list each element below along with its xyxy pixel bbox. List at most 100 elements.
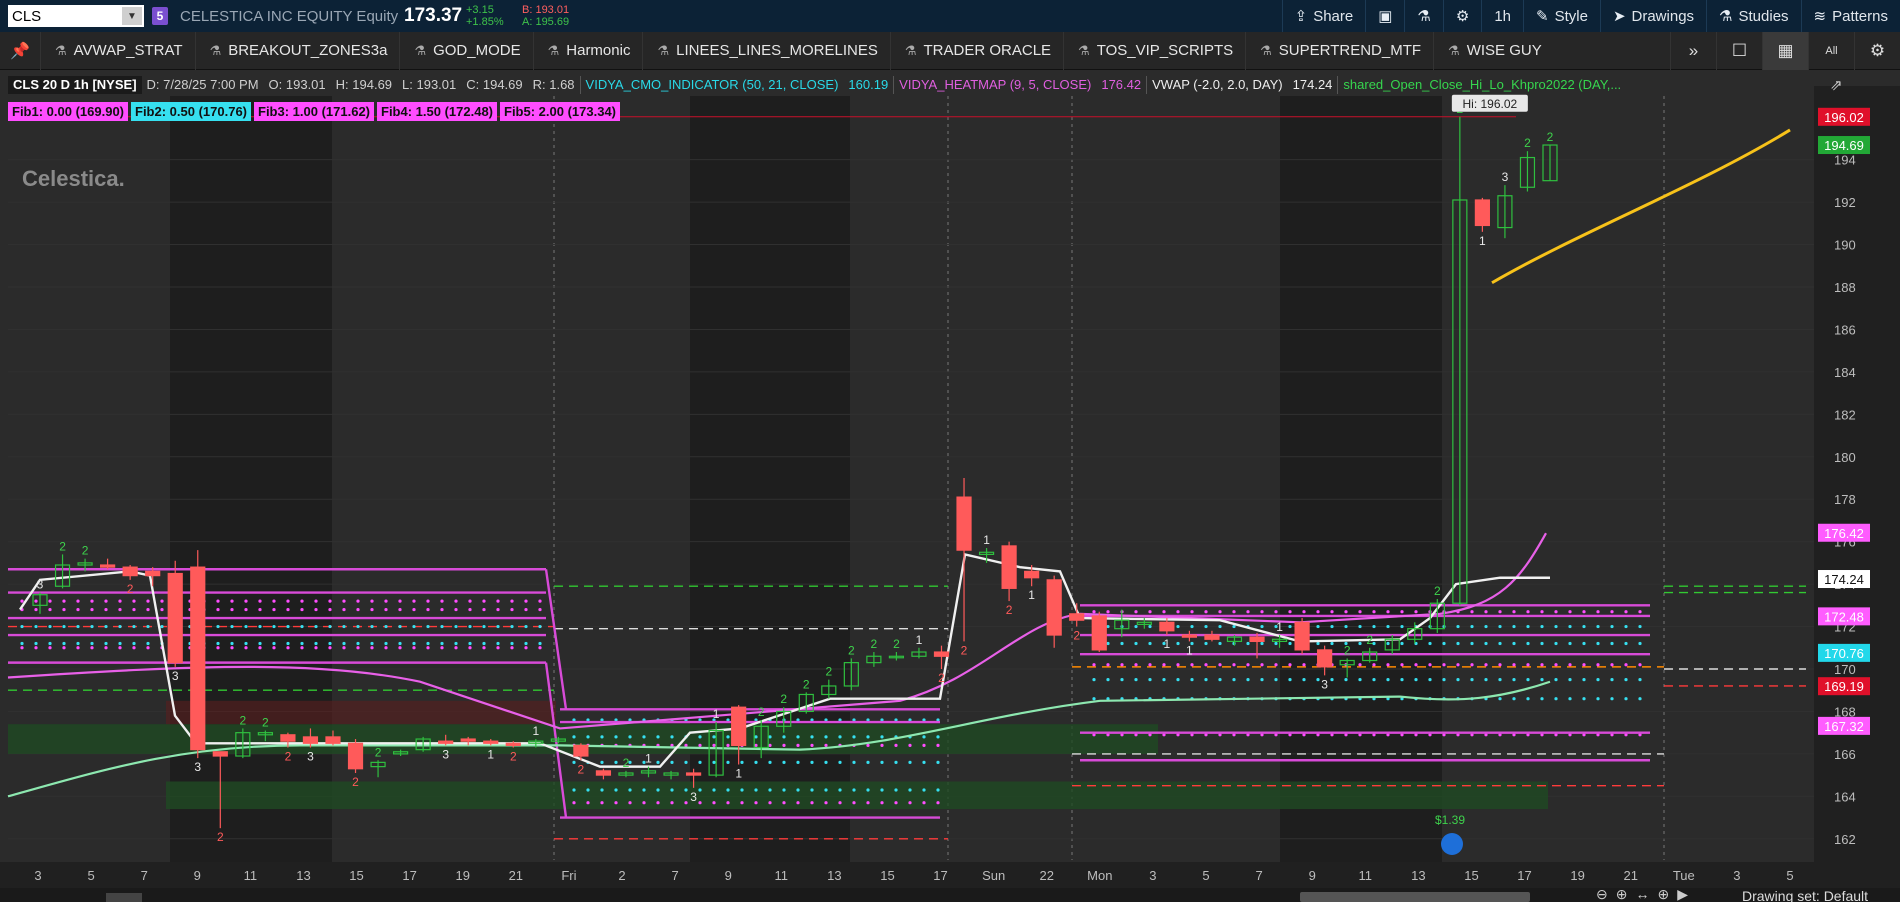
candle-body [1249, 636, 1265, 643]
style-button[interactable]: ✎ Style [1523, 0, 1600, 32]
dot-marker [866, 801, 870, 805]
dot-marker [1218, 641, 1222, 646]
gear-icon[interactable]: ⚙ [1854, 32, 1900, 70]
dot-marker [90, 646, 94, 650]
time-axis-bg [0, 862, 1900, 888]
price-tag-label: 174.24 [1824, 572, 1864, 587]
studies-button[interactable]: ⚗ Studies [1706, 0, 1801, 32]
dot-marker [90, 641, 94, 646]
chevron-down-icon[interactable]: ▼ [122, 7, 142, 25]
dot-marker [342, 624, 346, 629]
dot-marker [1498, 610, 1502, 614]
dot-marker [104, 624, 108, 629]
dot-marker [370, 624, 374, 629]
dot-marker [468, 624, 472, 629]
dot-marker [670, 735, 674, 739]
pin-icon[interactable]: 📌 [0, 41, 40, 61]
candle-count-label: 2 [510, 750, 517, 764]
study-item[interactable]: ⚗ LINEES_LINES_MORELINES [642, 31, 889, 70]
vidya-heatmap-label[interactable]: VIDYA_HEATMAP (9, 5, CLOSE) [893, 76, 1096, 94]
dot-marker [824, 788, 828, 792]
study-item[interactable]: ⚗ TOS_VIP_SCRIPTS [1063, 31, 1245, 70]
collapse-handle[interactable] [106, 893, 142, 902]
dot-marker [642, 788, 646, 792]
fib-level-label[interactable]: Fib5: 2.00 (173.34) [500, 102, 620, 121]
vwap-label[interactable]: VWAP (-2.0, 2.0, DAY) [1146, 76, 1288, 94]
dot-marker [538, 641, 542, 646]
crosshair-icon[interactable]: ⊕ [1657, 886, 1669, 902]
zoom-out-icon[interactable]: ⊖ [1596, 886, 1608, 902]
fib-level-label[interactable]: Fib1: 0.00 (169.90) [8, 102, 128, 121]
dot-marker [1190, 610, 1194, 614]
dot-marker [880, 743, 884, 748]
chart-symbol[interactable]: CLS 20 D 1h [NYSE] [8, 76, 142, 94]
study-quick-bar: 📌 ⚗ AVWAP_STRAT ⚗ BREAKOUT_ZONES3a ⚗ GOD_MO… [0, 31, 1900, 70]
dot-marker [1596, 641, 1600, 646]
dot-marker [1568, 678, 1572, 682]
candle-body [1001, 545, 1017, 589]
time-tick-label: 15 [1464, 868, 1478, 883]
dot-marker [1414, 610, 1418, 614]
candle-count-label: 2 [1073, 629, 1080, 643]
shared-study-label[interactable]: shared_Open_Close_Hi_Lo_Khpro2022 (DAY,.… [1337, 76, 1626, 94]
dot-marker [76, 641, 80, 646]
settings-button[interactable]: ⚙ [1442, 0, 1481, 32]
dot-marker [838, 760, 842, 764]
single-layout-icon[interactable]: ☐ [1716, 32, 1762, 70]
study-item[interactable]: ⚗ SUPERTREND_MTF [1245, 31, 1433, 70]
dot-marker [908, 743, 912, 748]
more-studies-button[interactable]: » [1670, 32, 1716, 70]
symbol-input-box[interactable]: ▼ [8, 5, 144, 27]
time-tick-label: 11 [775, 868, 789, 883]
study-item[interactable]: ⚗ WISE GUY [1433, 31, 1554, 70]
candle-count-label: 2 [217, 830, 224, 844]
flask-button[interactable]: ⚗ [1404, 0, 1442, 32]
fib-level-label[interactable]: Fib2: 0.50 (170.76) [131, 102, 251, 121]
study-label: SUPERTREND_MTF [1278, 42, 1422, 59]
dot-marker [1428, 678, 1432, 682]
price-chart[interactable]: 32 223322 22 322 3 1 212 2 131122222 2 2 12212121 11… [0, 70, 1900, 902]
share-button[interactable]: ⇪ Share [1281, 0, 1366, 32]
dot-marker [300, 599, 304, 603]
candle-count-label: 1 [1028, 588, 1035, 602]
dot-marker [286, 646, 290, 650]
study-item[interactable]: ⚗ BREAKOUT_ZONES3a [194, 31, 400, 70]
study-item[interactable]: ⚗ AVWAP_STRAT [40, 31, 195, 70]
dot-marker [1512, 697, 1516, 701]
vidya-cmo-label[interactable]: VIDYA_CMO_INDICATOR (50, 21, CLOSE) [579, 76, 844, 94]
pan-icon[interactable]: ↔ [1635, 886, 1649, 902]
candle-count-label: 2 [623, 756, 630, 770]
study-item[interactable]: ⚗ TRADER ORACLE [889, 31, 1063, 70]
support-zone [166, 781, 1548, 810]
all-button[interactable]: All [1808, 32, 1854, 70]
zoom-in-icon[interactable]: ⊕ [1616, 886, 1628, 902]
timeframe-button[interactable]: 1h [1481, 0, 1523, 32]
grid-layout-icon[interactable]: ▦ [1762, 32, 1808, 70]
dot-marker [586, 788, 590, 792]
dot-marker [1624, 697, 1628, 701]
dot-marker [600, 801, 604, 805]
link-group-badge[interactable]: 5 [152, 7, 168, 25]
dot-marker [370, 599, 374, 603]
drawings-button[interactable]: ➤ Drawings [1599, 0, 1706, 32]
scrollbar-thumb[interactable] [1300, 892, 1530, 902]
drawing-set-label[interactable]: Drawing set: Default [1742, 888, 1868, 902]
candle-body [483, 740, 499, 744]
study-item[interactable]: ⚗ Harmonic [532, 31, 643, 70]
dot-marker [1526, 697, 1530, 701]
dot-marker [398, 646, 402, 650]
symbol-input[interactable] [8, 7, 118, 25]
patterns-button[interactable]: ≋ Patterns [1800, 0, 1900, 32]
dot-marker [1288, 641, 1292, 646]
candle-count-label: 2 [578, 762, 585, 776]
candle-body [505, 742, 521, 746]
dot-marker [244, 646, 248, 650]
play-icon[interactable]: ▶ [1677, 886, 1688, 902]
dot-marker [1470, 624, 1474, 629]
study-item[interactable]: ⚗ GOD_MODE [399, 31, 532, 70]
dot-marker [740, 760, 744, 764]
dot-marker [132, 607, 136, 612]
fib-level-label[interactable]: Fib4: 1.50 (172.48) [377, 102, 497, 121]
screenshot-button[interactable]: ▣ [1365, 0, 1404, 32]
fib-level-label[interactable]: Fib3: 1.00 (171.62) [254, 102, 374, 121]
